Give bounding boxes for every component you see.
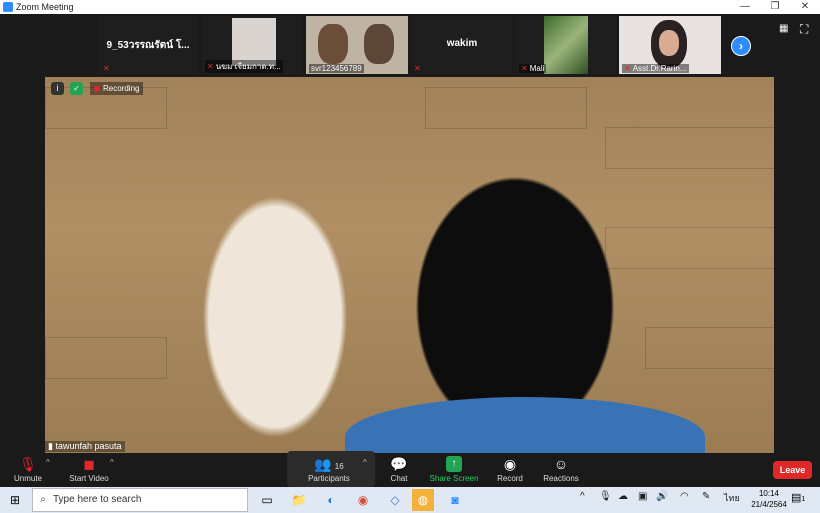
volume-icon[interactable]: 🔊 [656,491,668,502]
app-icon[interactable]: ◇ [384,489,406,511]
participant-name: 9_53วรรณรัตน์ โ... [106,40,190,51]
participant-thumbnail[interactable]: ✕ นฆม เจียมกาด.ท... [202,16,302,74]
search-placeholder: Type here to search [53,494,142,505]
info-icon[interactable]: i [51,82,64,95]
record-icon: ◉ [503,456,517,472]
share-screen-label: Share Screen [429,474,479,483]
minimize-button[interactable]: — [730,0,760,14]
zoom-app-icon [3,2,13,12]
notification-count: 1 [801,496,806,503]
muted-mic-icon: ✕ [521,64,528,73]
clock-time: 10:14 [758,489,780,498]
reactions-button[interactable]: ☺ Reactions [536,453,586,487]
maximize-button[interactable]: ❐ [760,0,790,14]
reactions-label: Reactions [543,474,579,483]
participants-label: Participants [308,474,350,483]
muted-mic-icon: ✕ [207,62,214,71]
chat-label: Chat [390,474,408,483]
participants-button[interactable]: 👥 16 Participants [296,453,362,487]
start-video-label: Start Video [69,474,109,483]
task-view-icon[interactable]: ▭ [256,489,278,511]
close-button[interactable]: ✕ [790,0,820,14]
notification-center-icon[interactable]: ▤1 [791,491,805,504]
speaker-shirt [345,397,705,453]
participant-thumbnail[interactable]: ✕ Asst.Dr.Rarin... [619,16,721,74]
gallery-view-icon[interactable]: ▦ [779,24,789,34]
clock-date: 21/4/2564 [751,500,787,509]
participant-name: นฆม เจียมกาด.ท... [215,62,281,71]
security-shield-icon[interactable]: ✓ [70,82,83,95]
speaker-name-label: ▮ tawunfah pasuta [45,441,125,452]
edge-browser-icon[interactable]: ◐ [320,489,342,511]
wifi-icon[interactable]: ◠ [680,491,689,502]
search-icon: ⌕ [40,494,46,505]
muted-mic-icon: ✕ [624,64,631,73]
participant-name: Asst.Dr.Rarin... [632,64,687,73]
record-label: Record [497,474,523,483]
windows-start-icon[interactable]: ⊞ [0,487,30,513]
chat-button[interactable]: 💬 Chat [374,453,424,487]
record-button[interactable]: ◉ Record [484,453,536,487]
window-title: Zoom Meeting [16,2,74,12]
participants-count: 16 [334,462,344,471]
microphone-tray-icon[interactable]: 🎙 [599,491,612,502]
fullscreen-icon[interactable]: ⛶ [800,22,808,37]
muted-mic-icon: ✕ [414,64,421,73]
muted-mic-icon: ✕ [103,64,110,73]
file-explorer-icon[interactable]: 📁 [288,489,310,511]
participant-thumbnail[interactable]: svr123456789 [306,16,408,74]
share-screen-button[interactable]: ↑ Share Screen [424,453,484,487]
next-page-button[interactable]: › [731,36,751,56]
taskbar-clock[interactable]: 10:14 21/4/2564 [749,488,789,510]
leave-button[interactable]: Leave [773,461,812,479]
participant-name: Mali [529,64,545,73]
reactions-icon: ☺ [553,456,569,472]
language-indicator[interactable]: ไทย [724,491,740,505]
chat-icon: 💬 [390,456,408,472]
camera-tray-icon[interactable]: ▣ [638,491,647,502]
participant-thumbnail[interactable]: 9_53วรรณรัตน์ โ... ✕ [98,16,198,74]
participants-caret-icon[interactable]: ^ [363,458,367,467]
participant-thumbnail[interactable]: wakim ✕ [412,16,512,74]
pen-icon[interactable]: ✎ [702,491,710,502]
chrome-browser-icon[interactable]: ◉ [352,489,374,511]
audio-options-caret-icon[interactable]: ^ [46,458,50,467]
participant-name: wakim [446,38,478,49]
recording-label: Recording [103,84,140,93]
unmute-label: Unmute [13,474,42,483]
onedrive-tray-icon[interactable]: ☁ [618,491,628,502]
participant-video [318,24,348,64]
speaker-name: tawunfah pasuta [55,441,122,451]
zoom-taskbar-icon[interactable]: ◙ [444,489,466,511]
active-speaker-video [45,77,774,453]
taskbar-search-box[interactable]: ⌕ Type here to search [32,488,248,512]
participant-video [232,18,276,66]
recording-indicator[interactable]: Recording [90,82,144,95]
share-screen-icon: ↑ [446,456,462,472]
video-options-caret-icon[interactable]: ^ [110,458,114,467]
participant-video [544,16,588,74]
participants-icon: 👥 16 [314,456,344,472]
participant-thumbnail[interactable]: ✕ Mali [516,16,616,74]
title-bar: Zoom Meeting [0,0,820,14]
participant-name: svr123456789 [311,64,362,73]
show-hidden-icons-icon[interactable]: ^ [580,491,585,502]
line-app-icon[interactable]: ◍ [412,489,434,511]
record-dot-icon [94,85,100,92]
